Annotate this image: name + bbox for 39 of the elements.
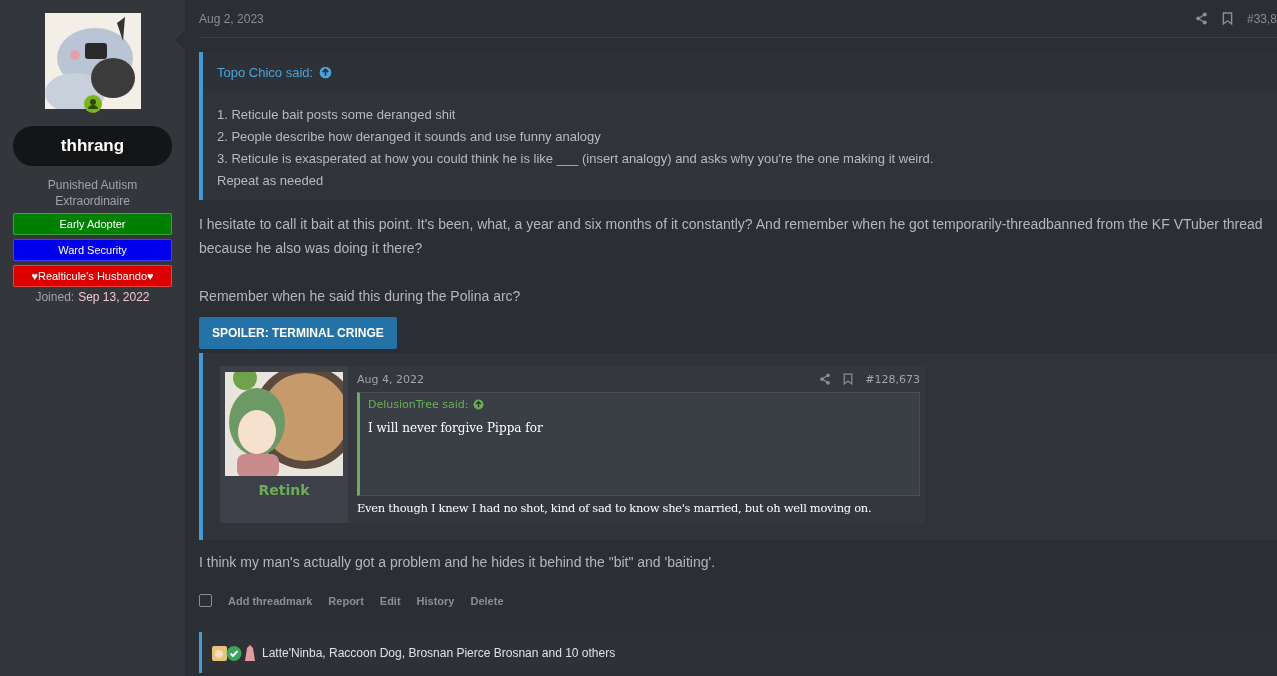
embedded-quote-text: I will never forgive Pippa for <box>367 420 544 437</box>
action-link[interactable]: Edit <box>379 594 401 607</box>
joined-date: Sep 13, 2022 <box>78 290 150 304</box>
bookmark-icon[interactable] <box>843 373 854 385</box>
embedded-quote-author: DelusionTree said: <box>368 398 469 411</box>
online-icon <box>83 95 102 113</box>
embedded-post-text: Even though I knew I had no shot, kind of sad to know she's married, but oh well moving on. <box>357 501 873 515</box>
share-icon[interactable] <box>819 373 832 385</box>
embedded-date: Aug 4, 2022 <box>357 372 424 386</box>
user-title: Punished Autism Extraordinaire <box>46 177 139 209</box>
joined-label: Joined: <box>35 290 75 304</box>
quote-line: 1. Reticule bait posts some deranged shit <box>217 106 457 124</box>
user-banner: Ward Security <box>13 239 172 261</box>
post-number[interactable]: #33,8 <box>1246 11 1277 26</box>
arrow-up-icon[interactable] <box>319 65 333 79</box>
action-link[interactable]: Add threadmark <box>228 594 313 607</box>
reaction-icons-drawing <box>212 643 256 662</box>
action-link[interactable]: Delete <box>470 594 504 607</box>
spoiler-button[interactable]: SPOILER: TERMINAL CRINGE <box>199 317 397 349</box>
action-link[interactable]: History <box>416 594 455 607</box>
user-banner: ♥Realticule's Husbando♥ <box>13 265 172 287</box>
post-paragraph: I think my man's actually got a problem and he hides it behind the "bit" and 'baiting'. <box>199 554 717 570</box>
post-paragraph: Remember when he said this during the Polina arc? <box>199 287 522 306</box>
embedded-username: Retink <box>258 482 310 498</box>
quote-line: 2. People describe how deranged it sounds and use funny analogy <box>217 128 602 146</box>
embedded-post-number: #128,673 <box>865 372 920 386</box>
post-paragraph: I hesitate to call it bait at this point. It's been, what, a year and six months of it constantly? And remember when he got temporarily-threadbanned from the KF VTuber thread because he also was doing it there? <box>199 215 1264 258</box>
arrow-up-icon[interactable] <box>473 399 485 410</box>
quote-author[interactable]: Topo Chico said: <box>217 64 314 80</box>
post-date[interactable]: Aug 2, 2023 <box>199 11 264 26</box>
select-checkbox[interactable] <box>199 594 212 607</box>
quote-line: 3. Reticule is exasperated at how you could think he is like ___ (insert analogy) and asks why you're the one making it weird. <box>217 150 935 168</box>
bookmark-icon[interactable] <box>1221 12 1233 25</box>
share-icon[interactable] <box>1194 12 1208 25</box>
username[interactable]: thhrang <box>13 126 172 166</box>
action-link[interactable]: Report <box>328 594 364 607</box>
reactions-summary[interactable]: Latte'Ninba, Raccoon Dog, Brosnan Pierce Brosnan and 10 others <box>262 645 616 660</box>
quote-line: Repeat as needed <box>217 172 325 190</box>
user-banner: Early Adopter <box>13 213 172 235</box>
